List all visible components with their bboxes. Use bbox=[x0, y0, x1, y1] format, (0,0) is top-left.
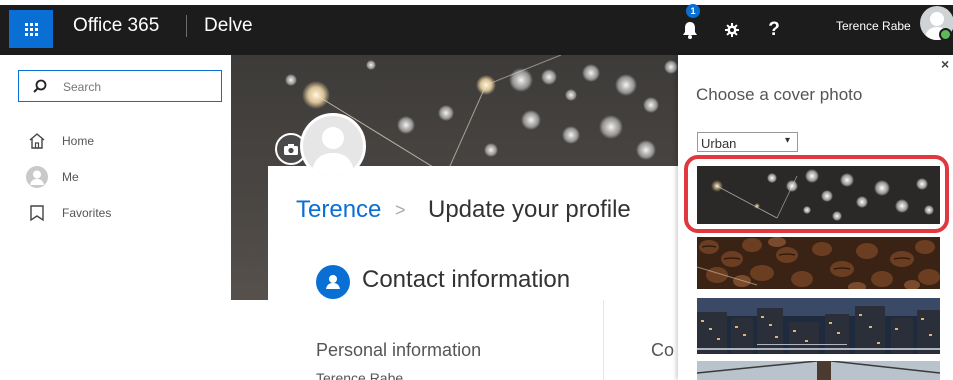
notification-badge: 1 bbox=[686, 4, 700, 18]
close-icon[interactable]: × bbox=[941, 56, 949, 72]
nav-item-favorites[interactable]: Favorites bbox=[26, 202, 216, 224]
panel-title: Choose a cover photo bbox=[696, 85, 863, 104]
search-input[interactable]: Search bbox=[18, 70, 222, 102]
cover-category-select[interactable]: Urban ▾ bbox=[697, 132, 798, 152]
breadcrumb-separator: > bbox=[395, 200, 406, 220]
settings-button[interactable] bbox=[718, 5, 746, 55]
gear-icon bbox=[725, 23, 739, 37]
section-title: Contact information bbox=[362, 266, 571, 293]
user-name[interactable]: Terence Rabe bbox=[836, 19, 911, 33]
help-button[interactable]: ? bbox=[760, 5, 788, 55]
personal-info-value: Terence Rabe bbox=[316, 370, 404, 380]
chevron-down-icon: ▾ bbox=[785, 135, 791, 146]
nav-item-label: Home bbox=[62, 134, 95, 148]
breadcrumb-user-link[interactable]: Terence bbox=[296, 196, 381, 224]
selection-highlight bbox=[684, 155, 949, 233]
app-launcher-button[interactable] bbox=[9, 10, 53, 48]
home-icon bbox=[26, 130, 48, 152]
app-name[interactable]: Delve bbox=[204, 15, 253, 37]
nav-item-label: Me bbox=[62, 170, 79, 184]
person-icon bbox=[26, 166, 48, 188]
camera-icon bbox=[284, 143, 298, 155]
contact-info-icon bbox=[316, 265, 350, 299]
delve-window: Office 365 Delve 1 ? Terence Rabe Search… bbox=[0, 0, 953, 380]
page-title: Update your profile bbox=[428, 196, 631, 223]
person-icon bbox=[311, 127, 355, 176]
nav-item-label: Favorites bbox=[62, 206, 112, 220]
cover-thumbnail-bridge[interactable] bbox=[697, 361, 940, 380]
search-placeholder: Search bbox=[63, 80, 102, 94]
bookmark-icon bbox=[26, 202, 48, 224]
personal-info-label: Personal information bbox=[316, 340, 482, 360]
nav-item-me[interactable]: Me bbox=[26, 166, 216, 188]
cover-thumbnail-coffee[interactable] bbox=[697, 237, 940, 289]
cover-thumbnail-city[interactable] bbox=[697, 298, 940, 354]
second-column-label: Co bbox=[651, 340, 675, 360]
select-value: Urban bbox=[701, 136, 737, 151]
bell-icon bbox=[683, 22, 697, 39]
header-divider bbox=[186, 15, 187, 37]
office-365-brand[interactable]: Office 365 bbox=[73, 15, 159, 37]
search-icon bbox=[33, 79, 47, 93]
presence-status-icon bbox=[939, 28, 952, 41]
column-divider bbox=[603, 300, 604, 380]
nav-item-home[interactable]: Home bbox=[26, 130, 216, 152]
waffle-icon bbox=[24, 22, 38, 36]
profile-picture[interactable] bbox=[300, 113, 366, 179]
